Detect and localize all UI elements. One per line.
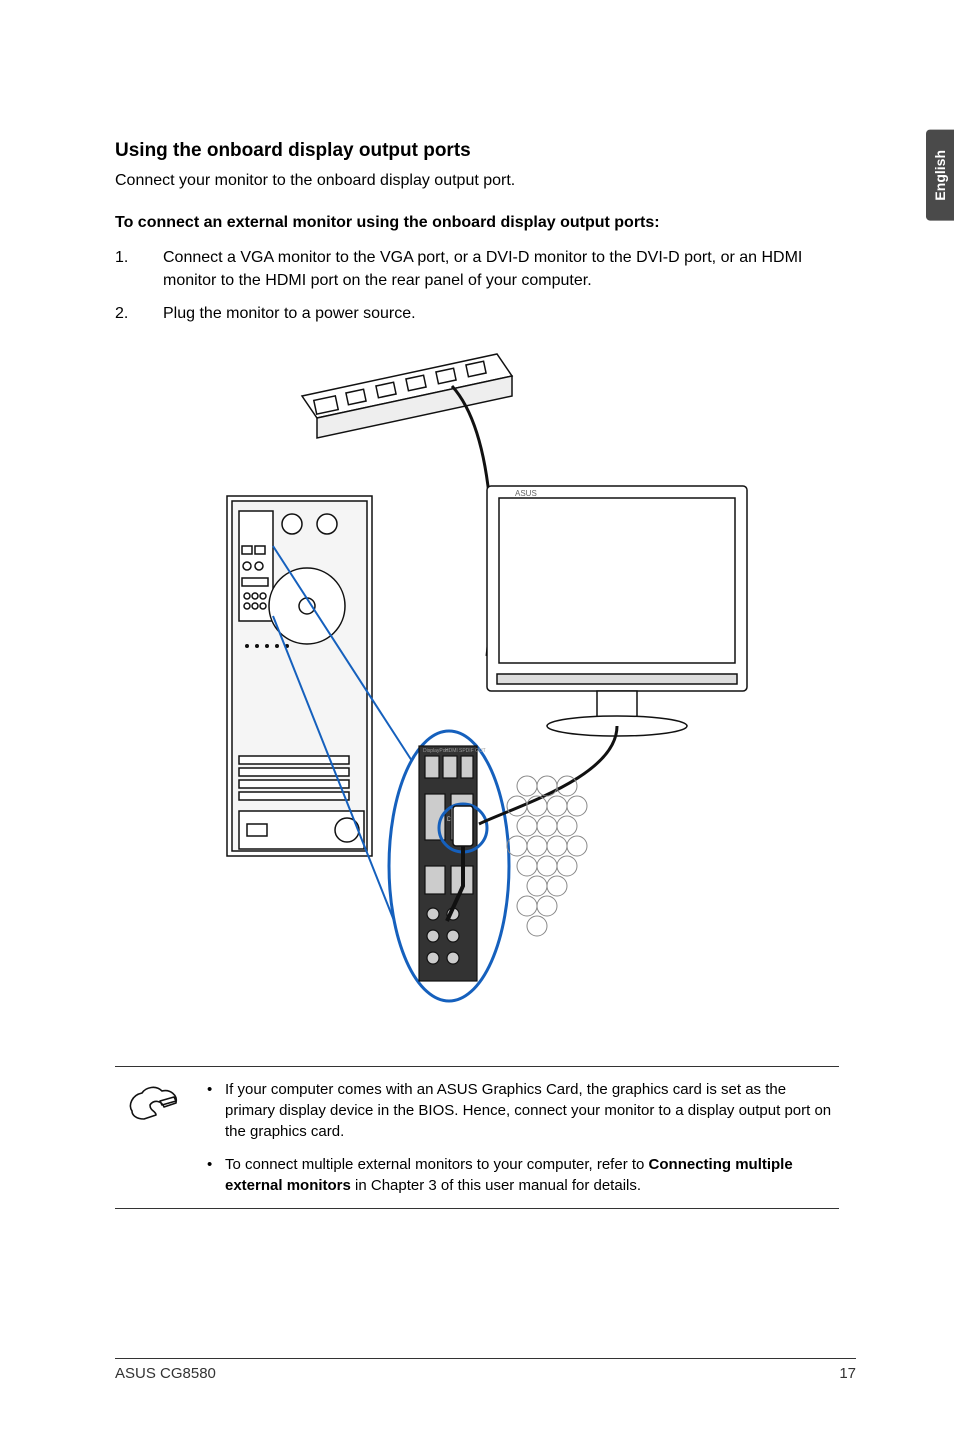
svg-text:ASUS: ASUS xyxy=(515,489,537,498)
note-text-post: in Chapter 3 of this user manual for det… xyxy=(351,1177,641,1194)
procedure-heading: To connect an external monitor using the… xyxy=(115,214,839,232)
list-item: 2. Plug the monitor to a power source. xyxy=(115,302,839,325)
page-footer: ASUS CG8580 17 xyxy=(115,1358,856,1382)
list-item: 1. Connect a VGA monitor to the VGA port… xyxy=(115,246,839,292)
note-text: To connect multiple external monitors to… xyxy=(225,1154,839,1196)
list-item: • To connect multiple external monitors … xyxy=(207,1154,839,1196)
note-box: • If your computer comes with an ASUS Gr… xyxy=(115,1066,839,1209)
step-text: Connect a VGA monitor to the VGA port, o… xyxy=(163,246,839,292)
step-number: 2. xyxy=(115,302,163,325)
procedure-list: 1. Connect a VGA monitor to the VGA port… xyxy=(115,246,839,326)
connection-diagram: ASUS xyxy=(197,346,757,1006)
step-text: Plug the monitor to a power source. xyxy=(163,302,416,325)
section-heading: Using the onboard display output ports xyxy=(115,140,839,162)
footer-page-number: 17 xyxy=(839,1365,856,1382)
note-hand-icon xyxy=(115,1079,193,1196)
note-text: If your computer comes with an ASUS Grap… xyxy=(225,1079,839,1142)
svg-text:SPDIF OUT: SPDIF OUT xyxy=(459,748,486,754)
footer-product: ASUS CG8580 xyxy=(115,1365,216,1382)
note-list: • If your computer comes with an ASUS Gr… xyxy=(207,1079,839,1196)
note-text-pre: To connect multiple external monitors to… xyxy=(225,1156,649,1173)
intro-text: Connect your monitor to the onboard disp… xyxy=(115,172,839,190)
list-item: • If your computer comes with an ASUS Gr… xyxy=(207,1079,839,1142)
svg-text:HDMI: HDMI xyxy=(445,748,458,754)
language-tab: English xyxy=(926,130,954,221)
page-content: Using the onboard display output ports C… xyxy=(0,0,954,1209)
bullet-icon: • xyxy=(207,1079,225,1142)
bullet-icon: • xyxy=(207,1154,225,1196)
step-number: 1. xyxy=(115,246,163,292)
